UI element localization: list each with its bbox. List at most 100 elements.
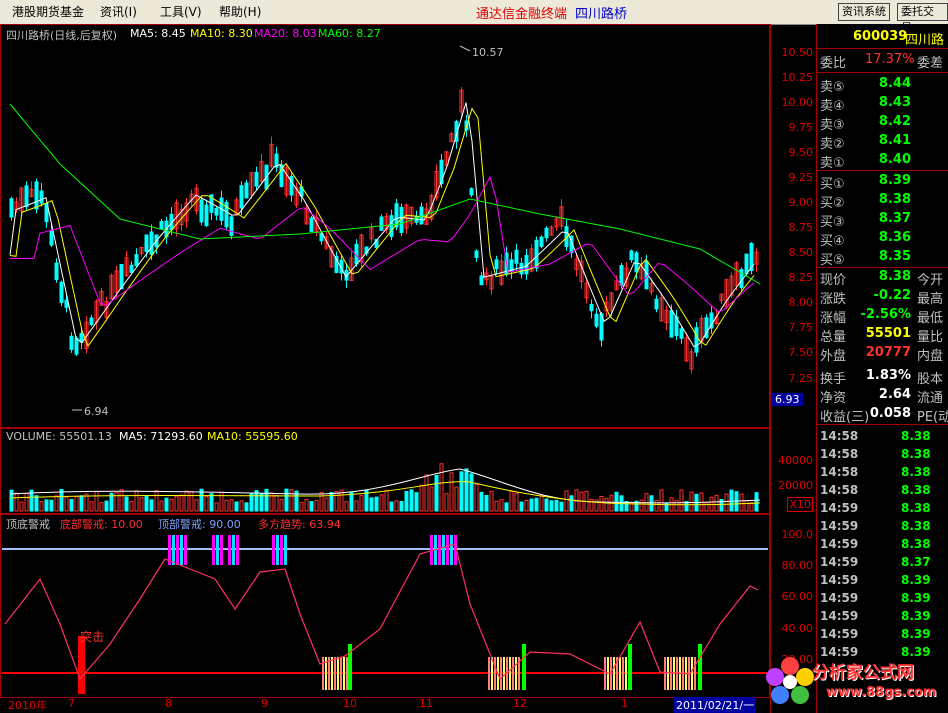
tick-price: 8.38 <box>901 483 931 497</box>
menu-hk-futures[interactable]: 港股期货基金 <box>12 3 84 20</box>
volume-bar <box>514 492 519 512</box>
candle-body <box>89 317 94 326</box>
volume-bar <box>539 495 544 512</box>
tick-time: 14:59 <box>820 591 859 605</box>
volume-bar <box>164 497 169 512</box>
volume-bar <box>24 492 29 512</box>
volume-bar <box>254 490 259 512</box>
volume-bar <box>274 494 279 512</box>
price-tick: 9.25 <box>788 171 814 184</box>
volume-bar <box>304 499 309 512</box>
ask-row: 卖④ 8.43 <box>817 95 948 114</box>
stat-label: 净资 <box>820 391 847 406</box>
top-warn-label: 顶部警戒: 90.00 <box>158 518 241 531</box>
watermark: 分析家公式网 www.88gs.com <box>760 652 948 713</box>
top-signal-bar <box>172 535 175 565</box>
price-tick: 9.75 <box>788 121 814 134</box>
top-signal-bar <box>184 535 187 565</box>
stat-right-label: PE(动 <box>917 410 948 425</box>
stat-right-label: 流通 <box>917 391 944 406</box>
tick-price: 8.39 <box>901 591 931 605</box>
stat-value: 55501 <box>865 326 911 341</box>
menu-help[interactable]: 帮助(H) <box>219 3 261 20</box>
chart-area[interactable]: 四川路桥(日线,后复权) MA5: 8.45 MA10: 8.30 MA20: … <box>0 24 770 713</box>
ask-label: 卖④ <box>820 99 845 114</box>
ask-row: 卖① 8.40 <box>817 152 948 171</box>
candle-body <box>9 198 14 218</box>
volume-bar <box>224 499 229 512</box>
ask-row: 卖⑤ 8.44 <box>817 76 948 95</box>
top-signal-bar <box>220 535 223 565</box>
candle-body <box>544 227 549 239</box>
candle-body <box>244 182 249 199</box>
news-system-button[interactable]: 资讯系统 <box>838 3 890 21</box>
volume-bar <box>489 490 494 512</box>
candle-body <box>534 239 539 269</box>
stat-right-label: 股本 <box>917 372 944 387</box>
volume-bar <box>509 490 514 512</box>
tick-price: 8.38 <box>901 465 931 479</box>
price-tick: 8.75 <box>788 221 814 234</box>
trade-button[interactable]: 委托交易 <box>897 3 948 34</box>
stock-code-row: 600039 四川路 <box>817 28 948 49</box>
bottom-signal-bar <box>503 657 505 690</box>
quote-panel: 600039 四川路 委比 17.37% 委差 卖⑤ 8.44 卖④ 8.43 卖③ 8.… <box>816 24 948 713</box>
green-signal-bar <box>522 644 526 690</box>
tick-price: 8.37 <box>901 555 931 569</box>
bottom-signal-bar <box>509 657 511 690</box>
volume-bar <box>234 501 239 512</box>
stat-value: 20777 <box>865 345 911 360</box>
bottom-signal-bar <box>322 657 324 690</box>
top-signal-bar <box>176 535 179 565</box>
volume-bar <box>209 493 214 512</box>
volume-bar <box>654 499 659 512</box>
bid-price: 8.36 <box>878 230 911 245</box>
volume-bar <box>104 500 109 512</box>
volume-bar <box>139 497 144 512</box>
x-label: 10 <box>343 697 357 710</box>
stat-label: 涨跌 <box>820 292 847 307</box>
volume-bar <box>454 486 459 512</box>
bottom-signal-bar <box>500 657 502 690</box>
volume-bar <box>524 499 529 512</box>
volume-bar <box>729 489 734 512</box>
ask-label: 卖② <box>820 137 845 152</box>
menu-tools[interactable]: 工具(V) <box>160 3 202 20</box>
bid-price: 8.37 <box>878 211 911 226</box>
volume-bar <box>424 474 429 512</box>
top-signal-bar <box>232 535 235 565</box>
volume-bar <box>154 490 159 512</box>
flower-logo-icon <box>766 657 814 704</box>
bottom-signal-bar <box>664 657 666 690</box>
weibi-value: 17.37% <box>865 52 915 67</box>
stat-row: 换手 1.83% 股本 <box>817 368 948 387</box>
ask-price: 8.43 <box>878 95 911 110</box>
volume-bar <box>284 488 289 512</box>
volume-bar <box>309 501 314 512</box>
tick-time: 14:58 <box>820 447 859 461</box>
bottom-signal-bar <box>622 657 624 690</box>
volume-bar <box>279 498 284 512</box>
low-price-label: 6.94 <box>84 405 109 418</box>
app-title: 通达信金融终端 <box>476 7 568 22</box>
tick-row: 14:59 8.37 <box>817 555 948 573</box>
volume-bar <box>79 495 84 512</box>
candle-body <box>119 264 124 290</box>
volume-bar <box>444 493 449 512</box>
menu-news[interactable]: 资讯(I) <box>100 3 137 20</box>
volume-bar <box>54 495 59 512</box>
candle-body <box>39 190 44 204</box>
volume-bar <box>69 499 74 512</box>
tick-row: 14:59 8.39 <box>817 627 948 645</box>
volume-bar <box>674 499 679 512</box>
top-signal-bar <box>272 535 275 565</box>
volume-bar <box>599 495 604 512</box>
stat-row: 涨跌 -0.22 最高 <box>817 288 948 307</box>
candle-body <box>539 236 544 247</box>
stat-label: 换手 <box>820 372 847 387</box>
candle-body <box>619 265 624 286</box>
candle-body <box>679 328 684 339</box>
bottom-signal-bar <box>619 657 621 690</box>
tick-price: 8.38 <box>901 429 931 443</box>
green-signal-bar <box>628 644 632 690</box>
